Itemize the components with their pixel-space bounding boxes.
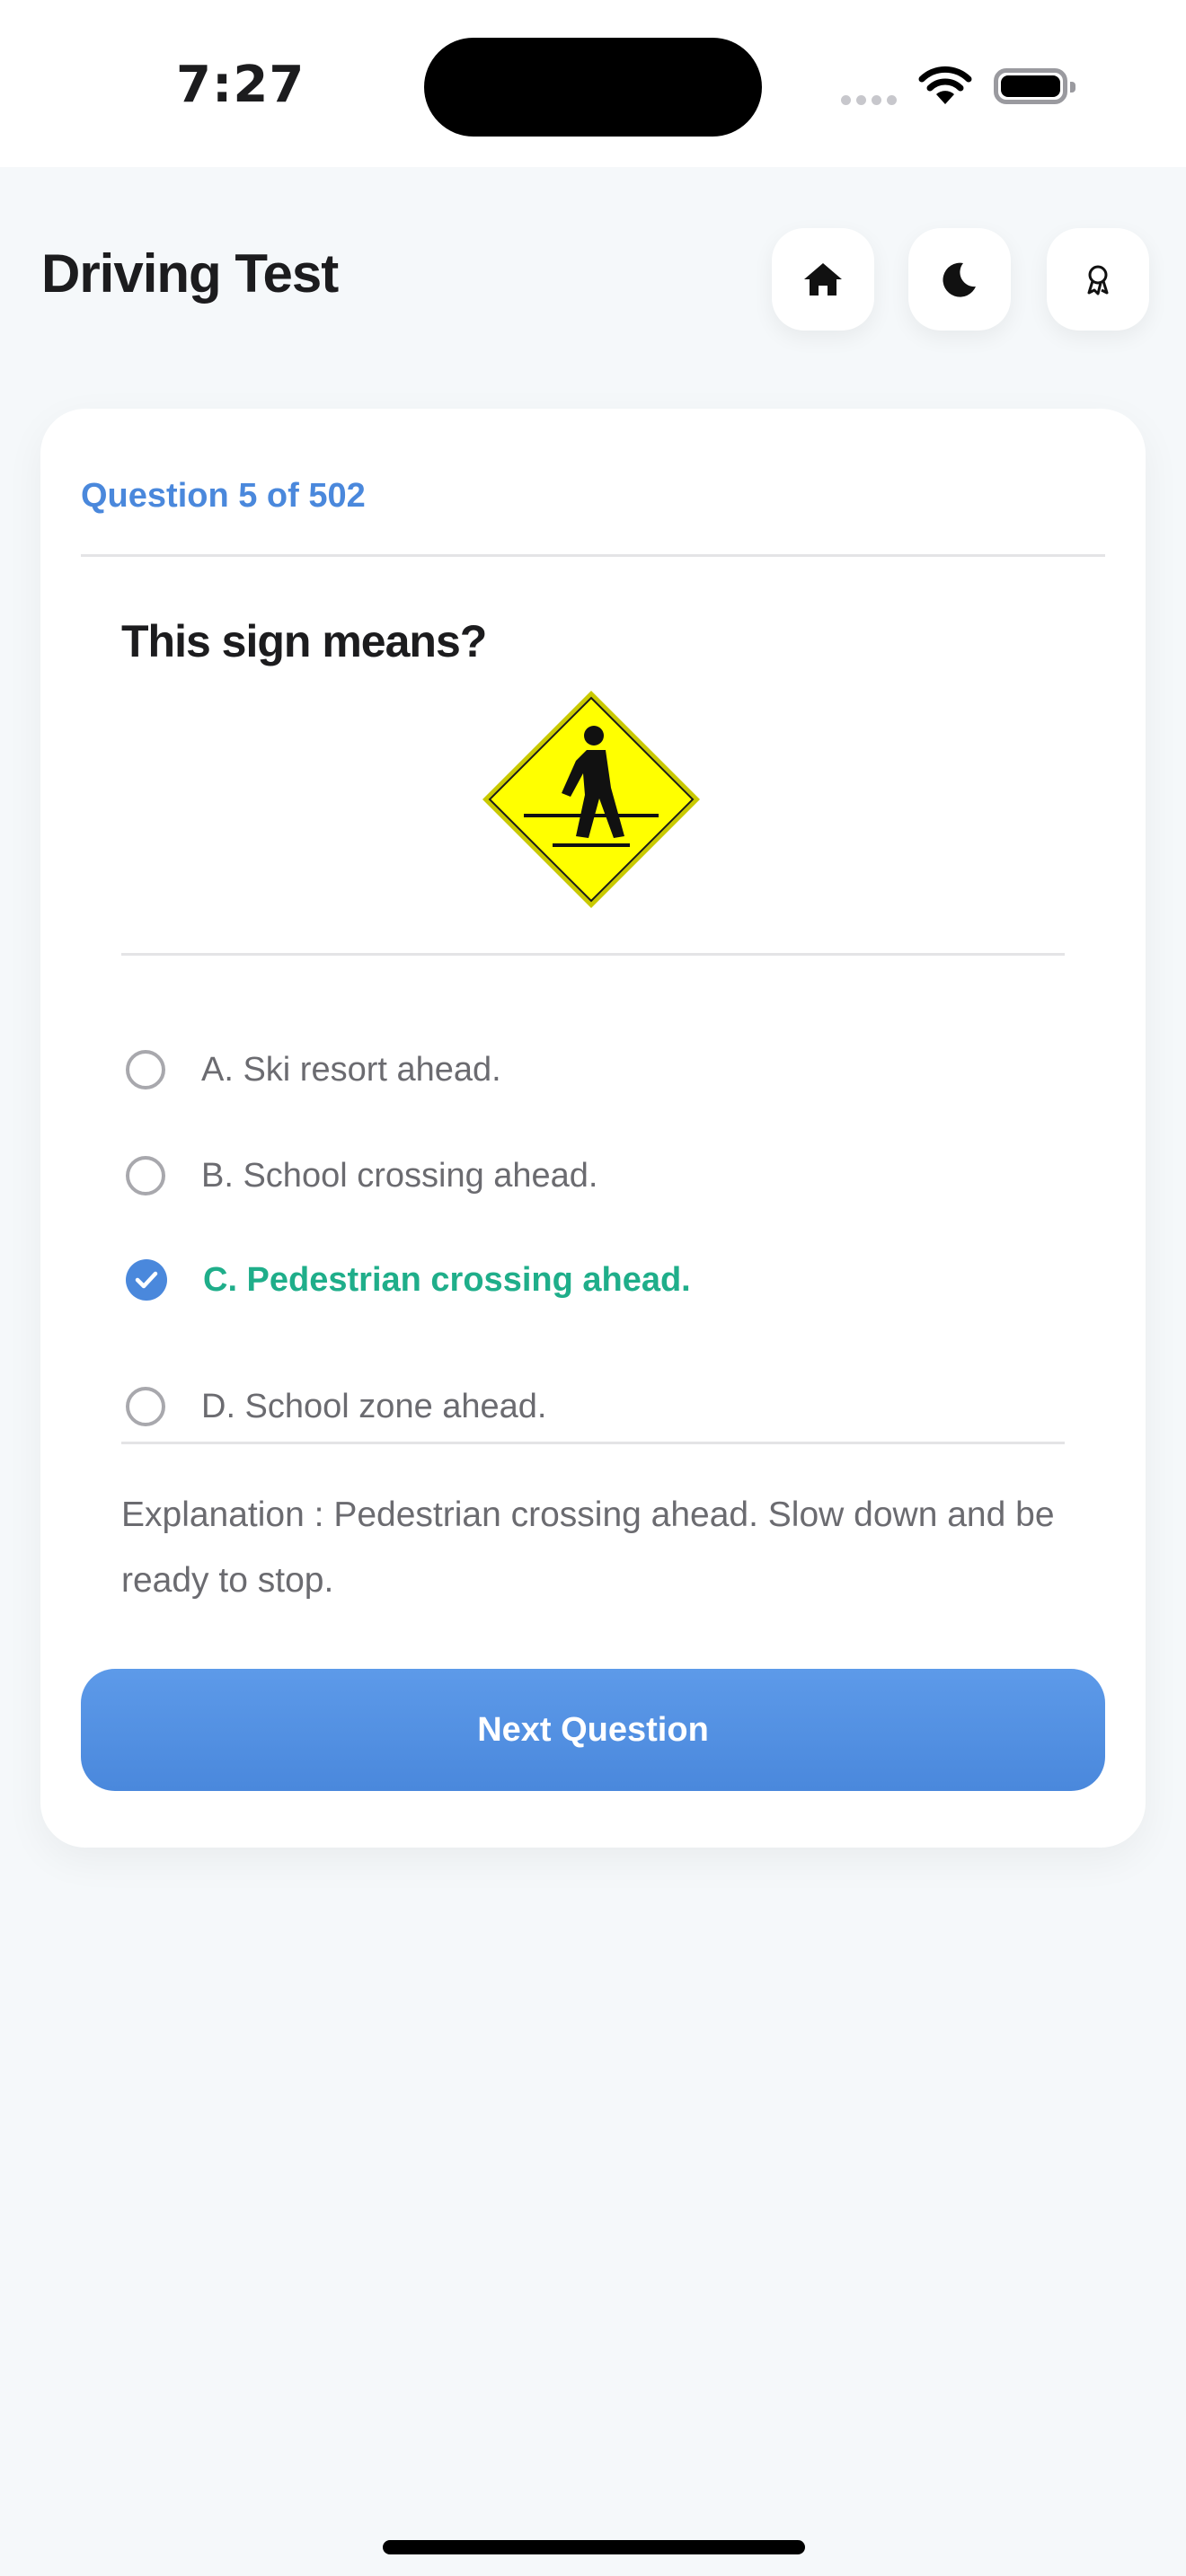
divider [81, 554, 1105, 557]
quiz-card: Question 5 of 502 This sign means? A. Sk… [40, 409, 1146, 1848]
cellular-signal-icon [841, 93, 902, 110]
moon-icon [943, 262, 976, 297]
wifi-icon [918, 66, 972, 104]
status-bar: 7:27 [0, 0, 1186, 167]
next-question-button[interactable]: Next Question [81, 1669, 1105, 1791]
radio-checked-icon[interactable] [126, 1259, 167, 1301]
app-title: Driving Test [41, 243, 339, 304]
achievements-button[interactable] [1047, 228, 1149, 331]
dynamic-island [424, 38, 762, 137]
answer-label-correct: C. Pedestrian crossing ahead. [203, 1260, 691, 1299]
answer-option-a[interactable]: A. Ski resort ahead. [126, 1034, 1060, 1106]
status-time: 7:27 [176, 56, 305, 114]
battery-icon [994, 68, 1075, 104]
home-icon [804, 263, 842, 296]
pedestrian-crossing-sign-icon [482, 691, 700, 908]
answer-label: A. Ski resort ahead. [201, 1050, 501, 1089]
question-text: This sign means? [121, 616, 487, 666]
answer-label: D. School zone ahead. [201, 1387, 547, 1425]
answer-label: B. School crossing ahead. [201, 1156, 598, 1195]
explanation-text: Explanation : Pedestrian crossing ahead.… [121, 1495, 1055, 1600]
divider [121, 1442, 1065, 1444]
answer-option-c[interactable]: C. Pedestrian crossing ahead. [126, 1244, 1060, 1316]
award-icon [1087, 265, 1109, 296]
question-counter: Question 5 of 502 [81, 477, 366, 515]
home-indicator [383, 2540, 805, 2554]
radio-unchecked-icon[interactable] [126, 1387, 165, 1426]
divider [121, 953, 1065, 956]
dark-mode-button[interactable] [908, 228, 1011, 331]
answer-option-b[interactable]: B. School crossing ahead. [126, 1140, 1060, 1212]
radio-unchecked-icon[interactable] [126, 1156, 165, 1195]
answer-option-d[interactable]: D. School zone ahead. [126, 1371, 1060, 1442]
radio-unchecked-icon[interactable] [126, 1050, 165, 1090]
home-button[interactable] [772, 228, 874, 331]
